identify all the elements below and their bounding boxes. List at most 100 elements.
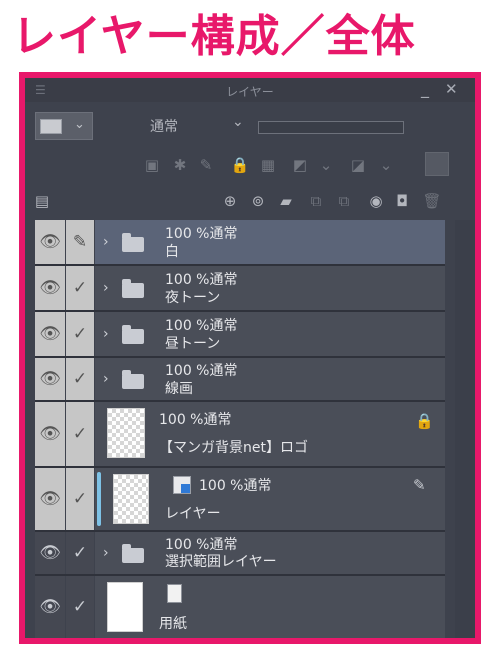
edit-target-toggle[interactable]: ✓ (66, 576, 94, 638)
layer-blend: 100 %通常 (199, 478, 272, 494)
chevron-down-icon[interactable]: ⌄ (375, 154, 397, 176)
eye-icon: 👁 (39, 597, 61, 617)
layer-row-logo[interactable]: 👁 ✓ 100 %通常 【マンガ背景net】ロゴ 🔒 (35, 402, 445, 468)
check-icon: ✓ (72, 424, 88, 444)
layer-color-picker[interactable]: ⌄ (35, 112, 93, 140)
new-vector-layer-icon[interactable]: ⊚ (247, 190, 269, 212)
expand-arrow-icon[interactable]: › (103, 326, 109, 342)
layer-row-night-tone[interactable]: 👁 ✓ › 100 %通常 夜トーン (35, 266, 445, 312)
layer-row-tone[interactable]: 👁 ✓ 100 %通常 レイヤー ✎ (35, 468, 445, 532)
check-icon: ✓ (72, 278, 88, 298)
layer-name: レイヤー (165, 506, 221, 522)
draft-icon[interactable]: ✎ (195, 154, 217, 176)
layer-body[interactable]: › 100 %通常 夜トーン (95, 266, 445, 310)
panel-titlebar[interactable]: ☰ レイヤー _ ✕ (25, 78, 475, 102)
transfer-down-icon[interactable]: ⧉ (305, 190, 327, 212)
visibility-toggle[interactable]: 👁 (35, 402, 65, 466)
edit-target-toggle[interactable]: ✎ (66, 220, 94, 264)
visibility-toggle[interactable]: 👁 (35, 220, 65, 264)
new-raster-layer-icon[interactable]: ⊕ (219, 190, 241, 212)
edit-target-toggle[interactable]: ✓ (66, 402, 94, 466)
check-icon: ✓ (72, 543, 88, 563)
mask-enable-icon[interactable]: ◩ (289, 154, 311, 176)
expand-arrow-icon[interactable]: › (103, 280, 109, 296)
layer-list: 👁 ✎ › 100 %通常 白 👁 ✓ › 100 %通常 夜トーン 👁 ✓ ›… (35, 220, 475, 638)
layer-name: 昼トーン (165, 336, 221, 352)
layer-body[interactable]: › 100 %通常 白 (95, 220, 445, 264)
ruler-icon[interactable]: ◪ (347, 154, 369, 176)
visibility-toggle[interactable]: 👁 (35, 468, 65, 530)
layer-name: 用紙 (159, 616, 187, 632)
lock-transparency-icon[interactable]: ▦ (257, 154, 279, 176)
layer-body[interactable]: 100 %通常 レイヤー ✎ (95, 468, 445, 530)
layer-name: 線画 (165, 381, 193, 397)
check-icon: ✓ (72, 489, 88, 509)
eye-icon: 👁 (39, 424, 61, 444)
opacity-slider[interactable] (258, 121, 404, 134)
chevron-down-icon[interactable]: ⌄ (315, 154, 337, 176)
layer-body[interactable]: › 100 %通常 選択範囲レイヤー (95, 532, 445, 574)
clipping-indicator (97, 472, 101, 526)
highlight-frame: ☰ レイヤー _ ✕ ⌄ 通常 ⌄ ▣ ✱ ✎ 🔒 ▦ ◩ ⌄ ◪ ⌄ ▤ ⊕ … (19, 72, 481, 644)
visibility-toggle[interactable]: 👁 (35, 312, 65, 356)
eye-icon: 👁 (39, 543, 61, 563)
visibility-toggle[interactable]: 👁 (35, 532, 65, 574)
layer-list-icon[interactable]: ▤ (31, 190, 53, 212)
edit-target-toggle[interactable]: ✓ (66, 468, 94, 530)
layer-blend: 100 %通常 (165, 318, 238, 334)
clip-icon[interactable]: ▣ (141, 154, 163, 176)
blend-mode-select[interactable]: 通常 (150, 116, 178, 136)
expand-arrow-icon[interactable]: › (103, 371, 109, 387)
edit-target-toggle[interactable]: ✓ (66, 312, 94, 356)
draft-layer-icon: ✎ (413, 476, 426, 494)
folder-icon (122, 279, 144, 298)
edit-target-toggle[interactable]: ✓ (66, 266, 94, 310)
visibility-toggle[interactable]: 👁 (35, 576, 65, 638)
layer-body[interactable]: › 100 %通常 線画 (95, 358, 445, 400)
layer-row-day-tone[interactable]: 👁 ✓ › 100 %通常 昼トーン (35, 312, 445, 358)
blend-toolbar: ⌄ 通常 ⌄ (25, 104, 475, 144)
chevron-down-icon: ⌄ (74, 117, 85, 132)
eye-icon: 👁 (39, 369, 61, 389)
new-folder-icon[interactable]: ▰ (275, 190, 297, 212)
visibility-toggle[interactable]: 👁 (35, 266, 65, 310)
folder-icon (122, 544, 144, 563)
layer-body[interactable]: 100 %通常 【マンガ背景net】ロゴ 🔒 (95, 402, 445, 466)
layer-blend: 100 %通常 (165, 226, 238, 242)
folder-icon (122, 370, 144, 389)
close-icon[interactable]: ✕ (445, 80, 458, 98)
layer-name: 選択範囲レイヤー (165, 554, 277, 570)
layer-thumbnail (113, 474, 149, 524)
layer-row-line-art[interactable]: 👁 ✓ › 100 %通常 線画 (35, 358, 445, 402)
page-heading: レイヤー構成／全体 (12, 11, 416, 62)
layer-row-selection[interactable]: 👁 ✓ › 100 %通常 選択範囲レイヤー (35, 532, 445, 576)
minimize-icon[interactable]: _ (421, 79, 429, 98)
create-mask-icon[interactable]: ◉ (365, 190, 387, 212)
edit-target-toggle[interactable]: ✓ (66, 358, 94, 400)
layer-scrollbar[interactable] (455, 220, 475, 638)
pen-icon: ✎ (72, 232, 88, 252)
reference-icon[interactable]: ✱ (169, 154, 191, 176)
chevron-down-icon[interactable]: ⌄ (232, 114, 244, 130)
layer-blend: 100 %通常 (165, 272, 238, 288)
check-icon: ✓ (72, 369, 88, 389)
layer-row-white[interactable]: 👁 ✎ › 100 %通常 白 (35, 220, 445, 266)
check-icon: ✓ (72, 324, 88, 344)
lock-icon[interactable]: 🔒 (229, 154, 251, 176)
folder-icon (122, 233, 144, 252)
apply-mask-icon[interactable]: ◘ (391, 190, 413, 212)
visibility-toggle[interactable]: 👁 (35, 358, 65, 400)
paper-icon (167, 584, 182, 603)
expand-arrow-icon[interactable]: › (103, 234, 109, 250)
panel-title: レイヤー (226, 85, 274, 99)
expand-arrow-icon[interactable]: › (103, 545, 109, 561)
combine-down-icon[interactable]: ⧉ (333, 190, 355, 212)
layer-thumbnail (107, 582, 143, 632)
layer-body[interactable]: › 100 %通常 昼トーン (95, 312, 445, 356)
layer-color-button[interactable] (425, 152, 449, 176)
layer-body[interactable]: 用紙 (95, 576, 445, 638)
edit-target-toggle[interactable]: ✓ (66, 532, 94, 574)
layer-row-paper[interactable]: 👁 ✓ 用紙 (35, 576, 445, 638)
trash-icon[interactable]: 🗑 (421, 190, 443, 212)
layer-name: 夜トーン (165, 290, 221, 306)
